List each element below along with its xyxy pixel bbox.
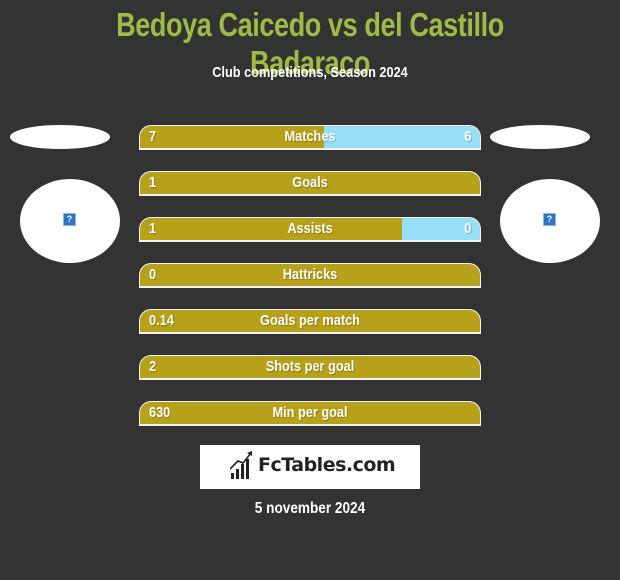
left-value: 1 xyxy=(149,220,157,237)
left-value: 0 xyxy=(149,266,157,283)
left-value: 2 xyxy=(149,358,157,375)
date-label: 5 november 2024 xyxy=(254,500,366,517)
stat-label: Goals per match xyxy=(260,312,360,329)
stat-row: 0.14 Goals per match xyxy=(139,309,481,334)
stat-row: 7 Matches 6 xyxy=(139,125,481,150)
stat-label: Matches xyxy=(284,128,336,145)
stat-row: 1 Goals xyxy=(139,171,481,196)
left-player-name-badge xyxy=(10,125,110,149)
stat-label: Hattricks xyxy=(282,266,338,283)
left-value: 7 xyxy=(149,128,157,145)
logo-text: FcTables.com xyxy=(258,454,396,476)
stat-label: Goals xyxy=(292,174,328,191)
stat-row: 630 Min per goal xyxy=(139,401,481,426)
stat-row: 2 Shots per goal xyxy=(139,355,481,380)
stat-row: 1 Assists 0 xyxy=(139,217,481,242)
right-value: 0 xyxy=(463,220,471,237)
stat-row: 0 Hattricks xyxy=(139,263,481,288)
stat-label: Assists xyxy=(287,220,333,237)
fctables-logo[interactable]: FcTables.com xyxy=(200,445,420,489)
stat-label: Shots per goal xyxy=(265,358,355,375)
stat-label: Min per goal xyxy=(272,404,348,421)
right-value: 6 xyxy=(463,128,471,145)
page-subtitle: Club competitions, Season 2024 xyxy=(212,64,408,81)
bar-chart-icon xyxy=(230,451,252,479)
broken-image-icon: ? xyxy=(543,213,556,226)
broken-image-icon: ? xyxy=(63,213,76,226)
right-player-name-badge xyxy=(490,125,590,149)
right-player-avatar: ? xyxy=(500,179,600,263)
left-player-avatar: ? xyxy=(20,179,120,263)
left-value: 1 xyxy=(149,174,157,191)
